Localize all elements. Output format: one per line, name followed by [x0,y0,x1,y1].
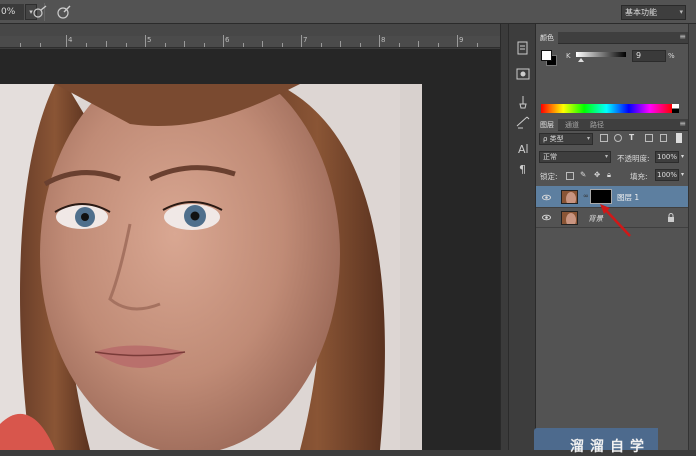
zoom-field[interactable]: 0% [0,4,24,20]
portrait-photo [0,84,422,450]
opacity-field[interactable]: 100% [655,151,679,163]
blend-mode-select[interactable]: 正常 ▾ [539,151,611,163]
eye-icon[interactable] [542,193,551,202]
opacity-label: 不透明度: [617,154,650,163]
lock-image-icon[interactable]: ✎ [580,170,586,179]
k-value-field[interactable]: 9 [632,50,666,62]
airbrush-icon[interactable] [56,4,72,20]
link-icon[interactable]: ∞ [583,192,589,200]
chevron-down-icon[interactable]: ▾ [681,153,684,160]
ruler-tick [223,35,224,47]
shape-filter-icon[interactable] [645,134,653,142]
ruler-label: 7 [303,36,308,44]
lock-position-icon[interactable]: ✥ [594,170,600,179]
layer-thumbnail [561,190,578,204]
search-icon: ρ [543,135,550,143]
percent-unit: % [668,52,675,60]
color-spectrum-bar[interactable] [541,104,672,113]
workspace-label: 基本功能 [625,8,657,17]
panel-menu-icon[interactable]: ≡ [679,32,686,41]
filter-kind-label: 类型 [549,135,564,143]
ruler-tick [457,35,458,47]
workspace-switcher[interactable]: 基本功能 ▾ [621,5,686,20]
ruler-tick [66,35,67,47]
fill-field[interactable]: 100% [655,169,679,181]
adjustment-filter-icon[interactable] [614,134,622,142]
tablet-pressure-icon[interactable] [32,4,48,20]
pixel-filter-icon[interactable] [600,134,608,142]
brush-icon[interactable] [515,114,531,130]
lock-label: 锁定: [540,172,558,181]
lock-icon [668,213,674,222]
tab-layers[interactable]: 图层 [536,119,558,131]
tab-channels[interactable]: 通道 [561,119,583,131]
ruler-tick [379,35,380,47]
horizontal-ruler: 4 5 6 7 8 9 [0,35,500,48]
panel-divider[interactable] [500,24,508,450]
canvas-photo[interactable] [0,84,422,450]
lock-all-icon[interactable]: 🔒︎ [607,170,611,180]
collapsed-panel-dock: A ¶ [508,24,536,450]
blend-mode-label: 正常 [543,153,557,161]
layer-thumbnail [561,211,578,225]
chevron-down-icon: ▾ [679,8,683,16]
black-white-swatch[interactable] [672,104,679,113]
character-icon[interactable]: A [515,140,531,156]
fill-label: 填充: [630,172,648,181]
ruler-label: 9 [459,36,464,44]
brush-presets-icon[interactable] [515,94,531,110]
svg-text:¶: ¶ [519,163,526,176]
watermark-text: 溜溜自学 [570,439,650,455]
chevron-down-icon: ▾ [586,135,590,142]
eye-icon[interactable] [542,213,551,222]
layers-panel-header: 图层 通道 路径 ≡ [536,119,688,131]
filter-toggle-icon[interactable] [676,133,682,143]
filter-kind-select[interactable]: ρ 类型 ▾ [539,133,593,145]
type-filter-icon[interactable]: T [629,133,634,142]
options-bar: 0% ▾ 基本功能 ▾ [0,0,696,24]
slider-thumb[interactable] [578,58,584,62]
channel-label: K [566,52,571,60]
tab-paths[interactable]: 路径 [586,119,608,131]
actions-icon[interactable] [515,66,531,82]
smart-object-filter-icon[interactable] [660,134,667,142]
lock-transparency-icon[interactable] [566,172,574,180]
foreground-color-swatch[interactable] [541,50,552,61]
ruler-label: 5 [147,36,152,44]
svg-text:A: A [518,143,526,156]
paragraph-icon[interactable]: ¶ [515,160,531,176]
k-channel-slider[interactable] [576,52,626,57]
annotation-arrow-icon [600,204,631,237]
ruler-tick [301,35,302,47]
ruler-label: 6 [225,36,230,44]
panel-scrollbar[interactable] [688,24,696,450]
panel-menu-icon[interactable]: ≡ [679,119,686,128]
color-panel-header: 颜色 ≡ [536,32,688,44]
history-icon[interactable] [515,40,531,56]
chevron-down-icon[interactable]: ▾ [681,171,684,178]
chevron-down-icon: ▾ [604,153,608,160]
ruler-label: 8 [381,36,386,44]
document-tab-strip [0,24,508,36]
tab-color[interactable]: 颜色 [536,32,558,44]
ruler-label: 4 [68,36,73,44]
ruler-tick [145,35,146,47]
